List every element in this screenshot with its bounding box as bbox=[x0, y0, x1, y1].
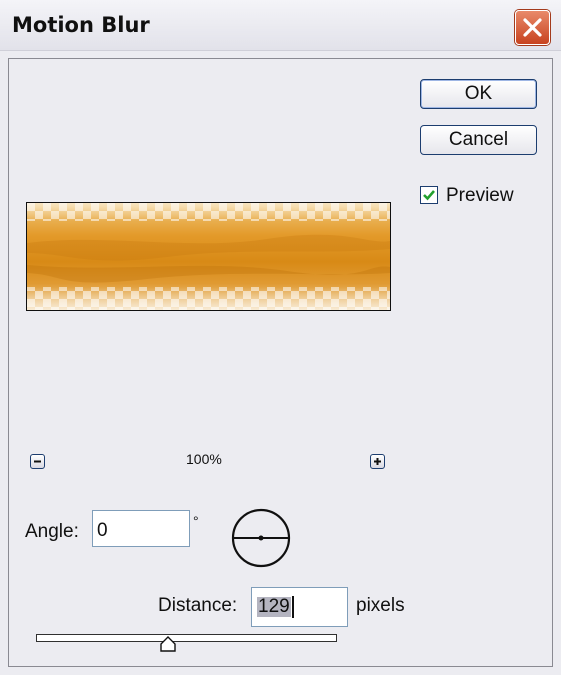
plus-icon bbox=[374, 458, 381, 465]
ok-button[interactable]: OK bbox=[420, 79, 537, 109]
distance-input[interactable]: 129 bbox=[251, 587, 348, 627]
angle-dial[interactable] bbox=[229, 506, 293, 570]
preview-label[interactable]: Preview bbox=[446, 185, 514, 207]
preview-texture bbox=[27, 203, 390, 310]
minus-icon bbox=[34, 460, 41, 463]
angle-input[interactable]: 0 bbox=[92, 510, 190, 547]
distance-label: Distance: bbox=[158, 595, 238, 616]
text-caret bbox=[292, 596, 294, 618]
close-icon bbox=[523, 18, 542, 37]
motion-blur-dialog: Motion Blur OK Cancel Preview 100% Angle… bbox=[0, 0, 561, 675]
cancel-button[interactable]: Cancel bbox=[420, 125, 537, 155]
preview-checkbox[interactable] bbox=[420, 186, 438, 204]
dialog-title: Motion Blur bbox=[12, 13, 150, 37]
zoom-in-button[interactable] bbox=[370, 454, 385, 469]
distance-unit: pixels bbox=[356, 595, 405, 616]
degree-symbol: ° bbox=[193, 513, 199, 529]
zoom-out-button[interactable] bbox=[30, 454, 45, 469]
title-bar[interactable]: Motion Blur bbox=[0, 0, 561, 51]
distance-value: 129 bbox=[257, 596, 291, 617]
close-button[interactable] bbox=[515, 10, 550, 45]
slider-thumb[interactable] bbox=[159, 636, 177, 652]
zoom-level: 100% bbox=[186, 451, 222, 467]
distance-slider[interactable] bbox=[36, 634, 337, 642]
angle-label: Angle: bbox=[25, 521, 79, 542]
checkmark-icon bbox=[423, 190, 435, 201]
preview-image[interactable] bbox=[26, 202, 391, 311]
